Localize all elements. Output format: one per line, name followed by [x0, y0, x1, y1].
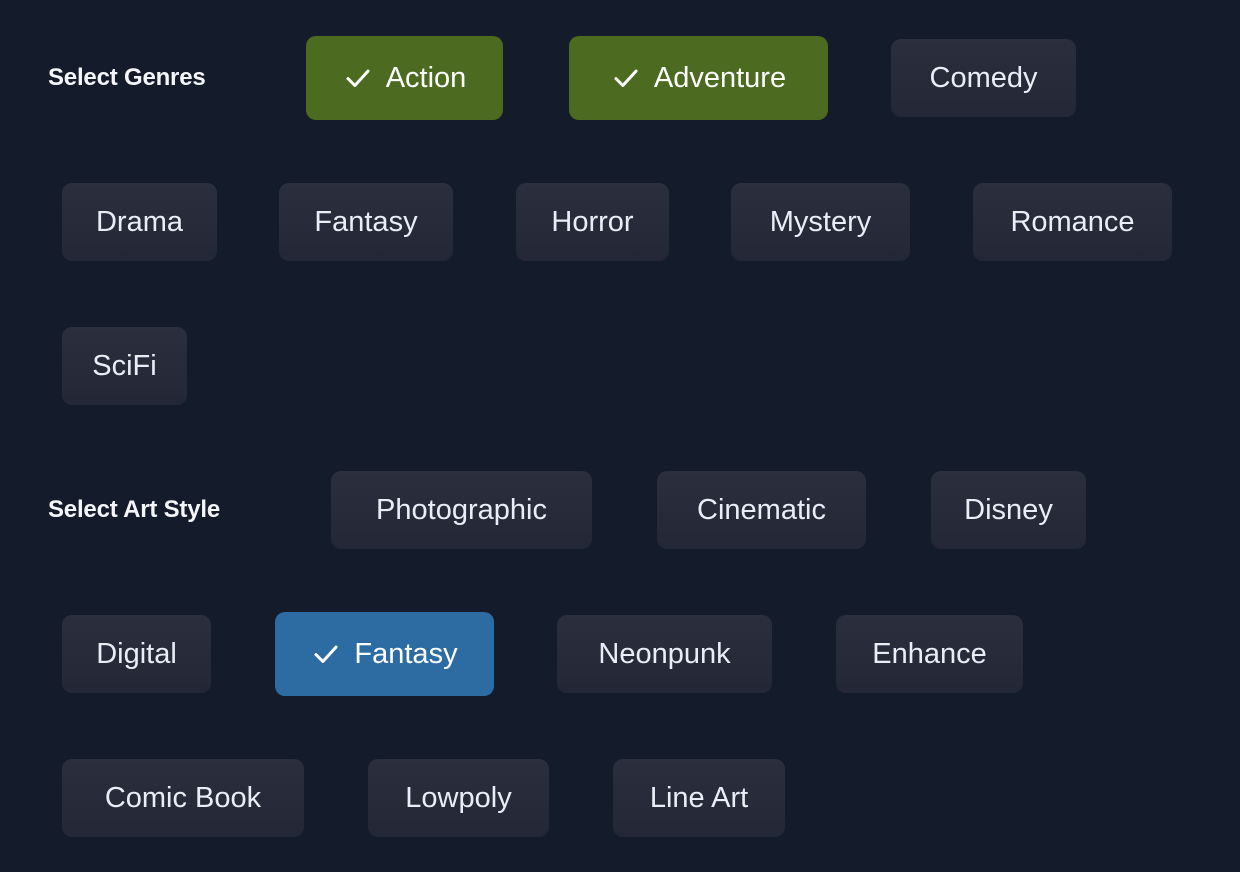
style-chip-label: Neonpunk [598, 637, 731, 670]
style-chip-label: Fantasy [354, 637, 458, 670]
genre-chip-label: Drama [95, 205, 183, 238]
genre-chip-label: SciFi [92, 349, 157, 382]
style-chip-enhance[interactable]: Enhance [836, 615, 1023, 693]
select-art-style-label: Select Art Style [48, 496, 220, 523]
genre-chip-label: Adventure [653, 61, 787, 94]
style-chip-label: Comic Book [104, 781, 262, 814]
check-icon [611, 63, 641, 93]
style-chip-label: Cinematic [697, 493, 826, 526]
check-icon [343, 63, 373, 93]
style-chip-photographic[interactable]: Photographic [331, 471, 592, 549]
style-chip-fantasy[interactable]: Fantasy [275, 612, 494, 696]
style-chip-neonpunk[interactable]: Neonpunk [557, 615, 772, 693]
genre-chip-label: Action [385, 61, 467, 94]
genre-chip-mystery[interactable]: Mystery [731, 183, 910, 261]
style-chip-line-art[interactable]: Line Art [613, 759, 785, 837]
genre-chip-fantasy[interactable]: Fantasy [279, 183, 453, 261]
genre-chip-drama[interactable]: Drama [62, 183, 217, 261]
style-chip-label: Lowpoly [405, 781, 512, 814]
genre-chip-romance[interactable]: Romance [973, 183, 1172, 261]
style-chip-cinematic[interactable]: Cinematic [657, 471, 866, 549]
style-chip-label: Disney [964, 493, 1053, 526]
genre-and-style-picker: Select Genres Action Adventure Comedy Dr… [0, 0, 1240, 872]
genre-chip-label: Fantasy [314, 205, 418, 238]
style-chip-disney[interactable]: Disney [931, 471, 1086, 549]
genre-chip-adventure[interactable]: Adventure [569, 36, 828, 120]
style-chip-label: Line Art [649, 781, 749, 814]
select-genres-label: Select Genres [48, 64, 206, 91]
style-chip-digital[interactable]: Digital [62, 615, 211, 693]
genre-chip-label: Romance [1010, 205, 1135, 238]
style-chip-label: Photographic [376, 493, 547, 526]
genre-chip-scifi[interactable]: SciFi [62, 327, 187, 405]
genre-chip-action[interactable]: Action [306, 36, 503, 120]
genre-chip-label: Horror [551, 205, 634, 238]
style-chip-lowpoly[interactable]: Lowpoly [368, 759, 549, 837]
style-chip-comic-book[interactable]: Comic Book [62, 759, 304, 837]
genre-chip-comedy[interactable]: Comedy [891, 39, 1076, 117]
genre-chip-label: Mystery [769, 205, 872, 238]
check-icon [311, 639, 341, 669]
style-chip-label: Digital [96, 637, 177, 670]
genre-chip-horror[interactable]: Horror [516, 183, 669, 261]
genre-chip-label: Comedy [929, 61, 1038, 94]
style-chip-label: Enhance [872, 637, 987, 670]
